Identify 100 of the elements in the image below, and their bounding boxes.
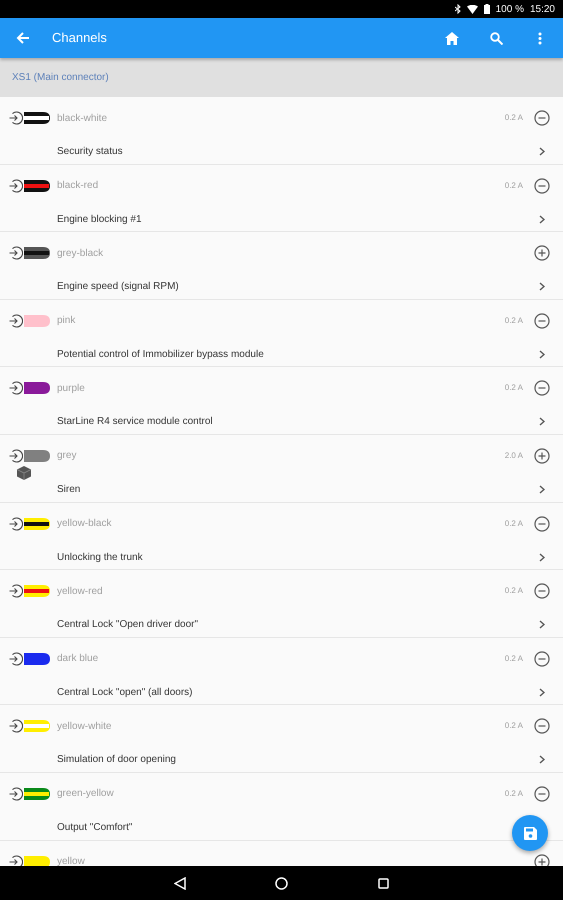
minus-circle-icon bbox=[534, 110, 550, 126]
channel-function: Security status bbox=[57, 145, 123, 159]
channel-function: Central Lock "open" (all doors) bbox=[57, 686, 192, 700]
minus-circle-icon bbox=[534, 380, 550, 396]
wire-name: yellow-white bbox=[57, 720, 112, 734]
wire-color-icon bbox=[24, 112, 50, 124]
channel-function: Simulation of door opening bbox=[57, 753, 176, 768]
channel-function: Central Lock "Open driver door" bbox=[57, 618, 198, 632]
current-value: 2.0 A bbox=[504, 450, 523, 462]
remove-button[interactable] bbox=[533, 312, 551, 330]
add-button[interactable] bbox=[533, 852, 551, 866]
wire-name: green-yellow bbox=[57, 787, 114, 802]
wifi-icon bbox=[466, 4, 478, 14]
wire-color-icon bbox=[24, 652, 50, 665]
bluetooth-icon bbox=[454, 4, 461, 14]
input-arrow-icon bbox=[9, 854, 23, 866]
remove-button[interactable] bbox=[533, 379, 551, 398]
minus-circle-icon bbox=[534, 312, 550, 329]
input-arrow-icon bbox=[9, 652, 23, 666]
remove-button[interactable] bbox=[533, 784, 551, 803]
remove-button[interactable] bbox=[533, 717, 551, 736]
chevron-right-icon bbox=[539, 688, 545, 697]
wire-color-icon bbox=[24, 247, 50, 260]
input-arrow-icon bbox=[9, 786, 23, 801]
input-arrow-icon bbox=[9, 246, 23, 260]
input-arrow-icon bbox=[9, 314, 23, 328]
wire-color-icon bbox=[24, 585, 50, 598]
wire-color-icon bbox=[24, 450, 50, 462]
wire-name: yellow-black bbox=[57, 517, 112, 532]
current-value: 0.2 A bbox=[504, 314, 523, 327]
section-header: XS1 (Main connector) bbox=[12, 71, 109, 85]
wire-name: yellow bbox=[57, 855, 85, 866]
remove-button[interactable] bbox=[533, 109, 551, 127]
plus-circle-icon bbox=[534, 245, 550, 262]
wire-color-icon bbox=[24, 720, 50, 732]
channel-function: Siren bbox=[57, 482, 80, 497]
current-value: 0.2 A bbox=[504, 720, 523, 732]
minus-circle-icon bbox=[534, 786, 550, 802]
channel-function: StarLine R4 service module control bbox=[57, 415, 213, 430]
chevron-right-icon bbox=[539, 484, 545, 494]
chevron-right-icon bbox=[539, 147, 545, 156]
minus-circle-icon bbox=[534, 516, 550, 532]
chevron-right-icon bbox=[539, 417, 545, 426]
current-value: 0.2 A bbox=[504, 518, 523, 530]
channel-function: Unlocking the trunk bbox=[57, 550, 143, 565]
input-arrow-icon bbox=[9, 584, 23, 598]
channel-function: Potential control of Immobilizer bypass module bbox=[57, 348, 264, 362]
wire-color-icon bbox=[24, 788, 50, 800]
add-button[interactable] bbox=[533, 446, 551, 465]
chevron-right-icon bbox=[539, 755, 545, 764]
wire-name: black-white bbox=[57, 112, 108, 126]
current-value: 0.2 A bbox=[504, 788, 523, 800]
back-arrow-icon bbox=[16, 31, 30, 45]
wire-color-icon bbox=[24, 180, 50, 192]
wire-name: yellow-red bbox=[57, 584, 103, 599]
input-arrow-icon bbox=[9, 448, 23, 463]
wire-color-icon bbox=[24, 518, 50, 530]
input-arrow-icon bbox=[9, 111, 23, 125]
current-value: 0.2 A bbox=[504, 382, 523, 394]
search-icon bbox=[490, 32, 502, 44]
input-arrow-icon bbox=[9, 381, 23, 396]
current-value: 0.2 A bbox=[504, 112, 523, 124]
save-icon bbox=[524, 826, 536, 840]
remove-button[interactable] bbox=[533, 176, 551, 195]
remove-button[interactable] bbox=[533, 582, 551, 600]
wire-name: dark blue bbox=[57, 652, 98, 666]
current-value: 0.2 A bbox=[504, 652, 523, 665]
wire-name: black-red bbox=[57, 179, 98, 194]
circle-home-icon bbox=[275, 876, 288, 890]
wire-color-icon bbox=[24, 856, 50, 866]
save-button[interactable] bbox=[512, 815, 548, 851]
chevron-right-icon bbox=[539, 350, 545, 359]
chevron-right-icon bbox=[539, 282, 545, 292]
current-value: 0.2 A bbox=[504, 585, 523, 598]
minus-circle-icon bbox=[534, 178, 550, 194]
remove-button[interactable] bbox=[533, 514, 551, 533]
chevron-right-icon bbox=[539, 214, 545, 224]
battery-icon bbox=[484, 4, 490, 14]
wire-color-icon bbox=[24, 314, 50, 327]
input-arrow-icon bbox=[9, 516, 23, 531]
battery-text: 100 % bbox=[496, 2, 524, 16]
plus-circle-icon bbox=[534, 448, 550, 464]
wire-name: pink bbox=[57, 314, 76, 328]
screen-title: Channels bbox=[52, 29, 107, 48]
channel-function: Engine blocking #1 bbox=[57, 212, 142, 227]
minus-circle-icon bbox=[534, 583, 550, 600]
wire-name: purple bbox=[57, 382, 85, 396]
minus-circle-icon bbox=[534, 718, 550, 734]
remove-button[interactable] bbox=[533, 650, 551, 668]
home-icon bbox=[445, 32, 459, 44]
add-button[interactable] bbox=[533, 244, 551, 262]
minus-circle-icon bbox=[534, 650, 550, 667]
wire-color-icon bbox=[24, 382, 50, 394]
chevron-right-icon bbox=[539, 620, 545, 630]
wire-name: grey bbox=[57, 449, 76, 464]
channel-function: Engine speed (signal RPM) bbox=[57, 280, 179, 294]
channel-function: Output "Comfort" bbox=[57, 820, 132, 835]
input-arrow-icon bbox=[9, 178, 23, 193]
input-arrow-icon bbox=[9, 719, 23, 734]
more-icon bbox=[538, 32, 542, 44]
